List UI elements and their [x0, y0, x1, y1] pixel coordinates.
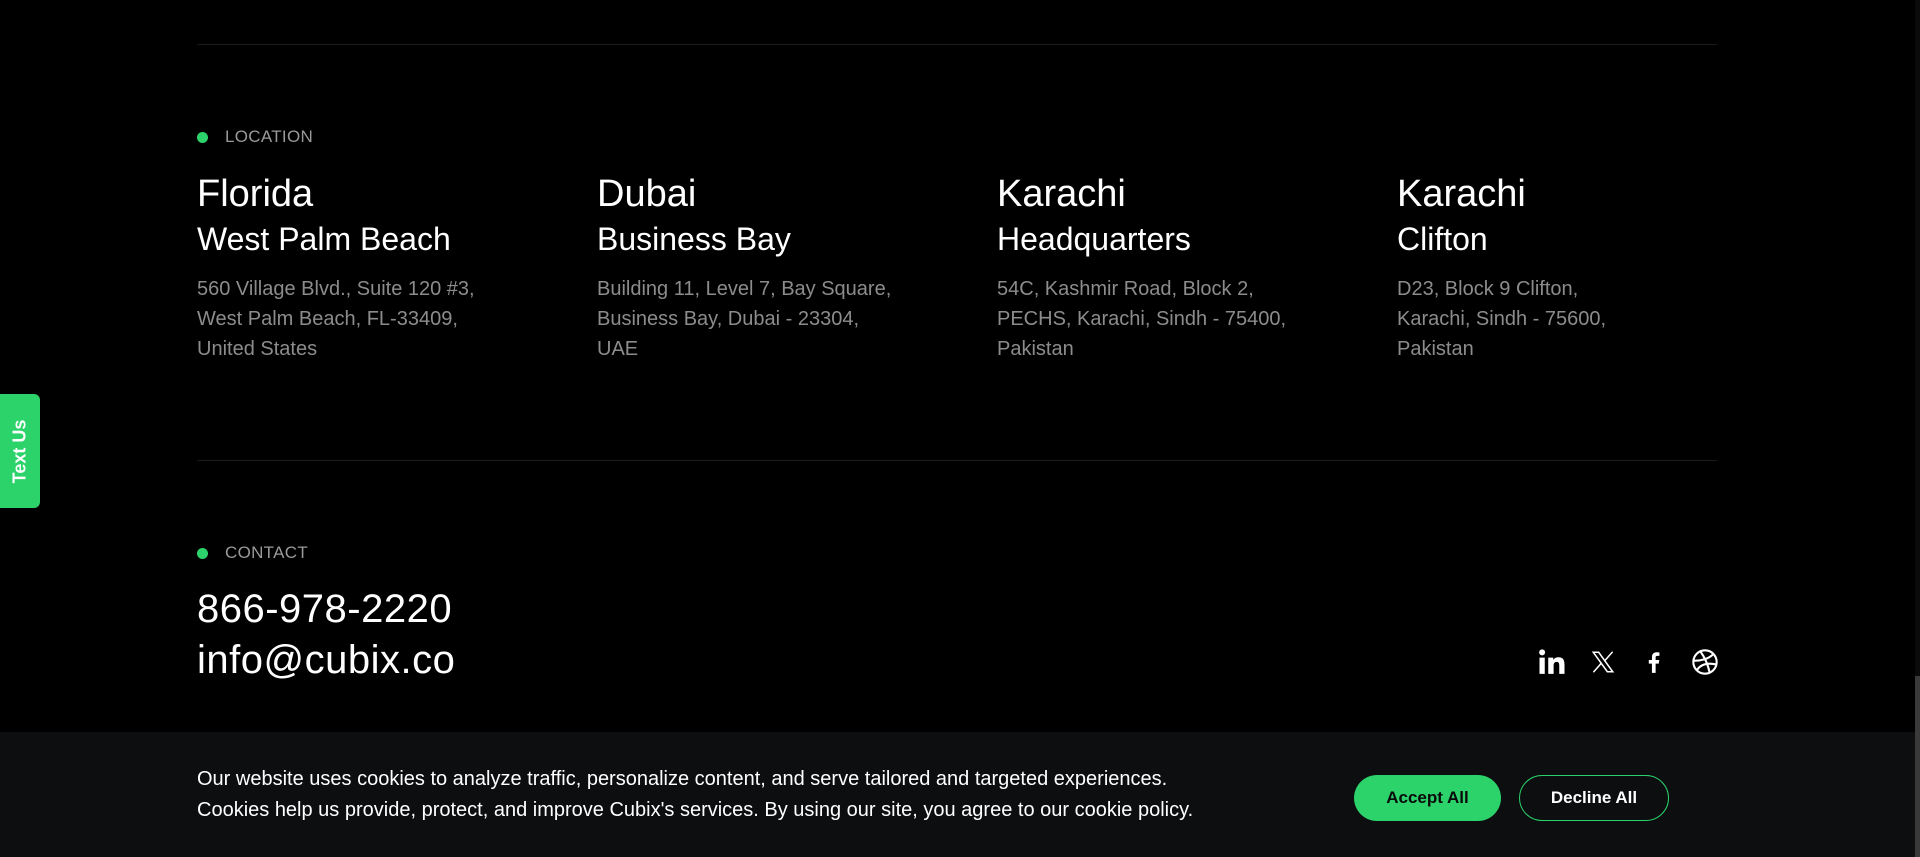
text-us-label: Text Us	[9, 419, 30, 483]
cookie-message-line: Our website uses cookies to analyze traf…	[197, 768, 1168, 790]
location-section-label: LOCATION	[197, 127, 313, 147]
social-links	[1536, 646, 1720, 677]
facebook-icon[interactable]	[1638, 646, 1669, 677]
office-address: 54C, Kashmir Road, Block 2, PECHS, Karac…	[997, 274, 1357, 364]
office-city: Karachi	[1397, 173, 1526, 215]
decline-all-button[interactable]: Decline All	[1519, 775, 1669, 821]
address-line: Business Bay, Dubai - 23304,	[597, 308, 860, 330]
contact-section-label: CONTACT	[197, 543, 308, 563]
office-karachi-clifton: Karachi Clifton D23, Block 9 Clifton, Ka…	[1397, 172, 1757, 364]
footer-page: LOCATION Florida West Palm Beach 560 Vil…	[0, 0, 1920, 857]
office-florida: Florida West Palm Beach 560 Village Blvd…	[197, 172, 557, 364]
text-us-button[interactable]: Text Us	[0, 394, 40, 508]
address-line: United States	[197, 338, 318, 360]
middle-divider	[197, 460, 1717, 461]
address-line: 560 Village Blvd., Suite 120 #3,	[197, 278, 475, 300]
address-line: Karachi, Sindh - 75600,	[1397, 308, 1607, 330]
office-area: West Palm Beach	[197, 221, 451, 257]
cookie-message: Our website uses cookies to analyze traf…	[197, 764, 1193, 826]
dribbble-icon[interactable]	[1689, 646, 1720, 677]
address-line: West Palm Beach, FL-33409,	[197, 308, 458, 330]
office-city: Karachi	[997, 173, 1126, 215]
office-area: Business Bay	[597, 221, 791, 257]
office-city: Florida	[197, 173, 314, 215]
cookie-banner: Our website uses cookies to analyze traf…	[0, 732, 1915, 857]
location-label-text: LOCATION	[225, 127, 314, 146]
office-city: Dubai	[597, 173, 697, 215]
address-line: Pakistan	[997, 338, 1074, 360]
address-line: PECHS, Karachi, Sindh - 75400,	[997, 308, 1287, 330]
office-address: D23, Block 9 Clifton, Karachi, Sindh - 7…	[1397, 274, 1757, 364]
page-scrollbar[interactable]	[1915, 0, 1920, 857]
accent-dot-icon	[197, 131, 208, 143]
contact-label-text: CONTACT	[225, 543, 308, 562]
contact-email-link[interactable]: info@cubix.co	[197, 635, 455, 685]
x-twitter-icon[interactable]	[1587, 646, 1618, 677]
cookie-message-line: Cookies help us provide, protect, and im…	[197, 799, 1194, 821]
office-area: Clifton	[1397, 221, 1488, 257]
locations-grid: Florida West Palm Beach 560 Village Blvd…	[197, 172, 1797, 372]
top-divider	[197, 44, 1717, 45]
contact-phone-link[interactable]: 866-978-2220	[197, 584, 452, 634]
accent-dot-icon	[197, 547, 208, 559]
accept-all-button[interactable]: Accept All	[1354, 775, 1501, 821]
address-line: Building 11, Level 7, Bay Square,	[597, 278, 892, 300]
office-address: Building 11, Level 7, Bay Square, Busine…	[597, 274, 957, 364]
linkedin-icon[interactable]	[1536, 646, 1567, 677]
scrollbar-thumb[interactable]	[1915, 676, 1920, 857]
address-line: UAE	[597, 338, 639, 360]
office-karachi-hq: Karachi Headquarters 54C, Kashmir Road, …	[997, 172, 1357, 364]
address-line: Pakistan	[1397, 338, 1474, 360]
office-dubai: Dubai Business Bay Building 11, Level 7,…	[597, 172, 957, 364]
address-line: 54C, Kashmir Road, Block 2,	[997, 278, 1254, 300]
office-address: 560 Village Blvd., Suite 120 #3, West Pa…	[197, 274, 557, 364]
office-area: Headquarters	[997, 221, 1191, 257]
address-line: D23, Block 9 Clifton,	[1397, 278, 1579, 300]
